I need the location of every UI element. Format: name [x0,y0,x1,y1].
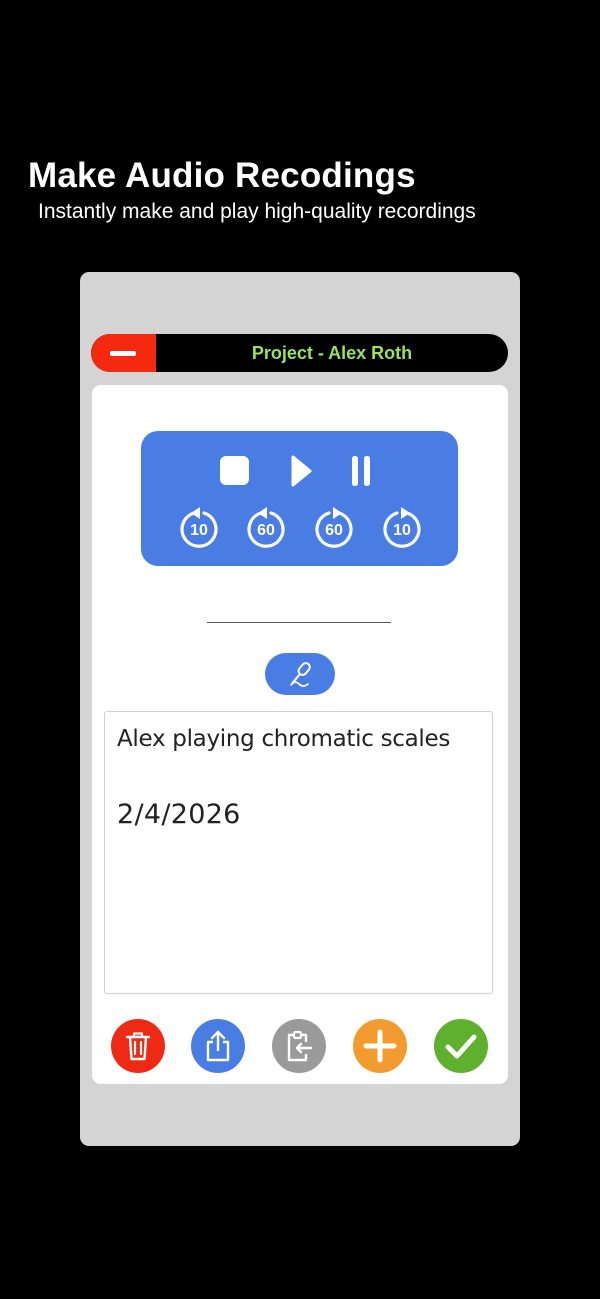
player-panel: 10 60 60 10 [141,431,458,566]
title-bar: Project - Alex Roth [91,334,508,372]
rewind-10-label: 10 [190,522,208,539]
forward-60-label: 60 [325,522,343,539]
stop-icon [220,456,249,485]
promo-headline: Make Audio Recodings [28,156,416,195]
recording-divider [207,622,391,623]
add-button[interactable] [353,1019,407,1073]
note-date: 2/4/2026 [117,799,241,830]
paste-button[interactable] [272,1019,326,1073]
recording-card: 10 60 60 10 Alex playing chromatic scale… [92,385,508,1084]
forward-60-button[interactable]: 60 [312,506,356,550]
share-icon [206,1030,230,1062]
stop-button[interactable] [219,455,250,486]
rewind-60-label: 60 [257,522,275,539]
rewind-icon: 60 [247,507,285,548]
rewind-60-button[interactable]: 60 [244,506,288,550]
pause-button[interactable] [350,455,372,487]
rewind-10-button[interactable]: 10 [177,506,221,550]
checkmark-icon [445,1034,477,1059]
delete-button[interactable] [111,1019,165,1073]
forward-icon: 60 [315,507,353,548]
record-button[interactable] [265,653,335,695]
minus-icon [110,351,136,356]
collapse-button[interactable] [91,334,156,372]
forward-10-label: 10 [393,522,411,539]
pause-icon [352,456,370,486]
device-frame: Project - Alex Roth 10 60 60 10 Alex pla… [80,272,520,1146]
plus-icon [363,1029,397,1063]
forward-10-button[interactable]: 10 [380,506,424,550]
project-title: Project - Alex Roth [251,343,413,363]
notes-text-area[interactable]: Alex playing chromatic scales 2/4/2026 [104,711,493,994]
confirm-button[interactable] [434,1019,488,1073]
forward-icon: 10 [383,507,421,548]
share-button[interactable] [191,1019,245,1073]
microphone-icon [290,662,311,687]
promo-subhead: Instantly make and play high-quality rec… [38,200,476,223]
play-button[interactable] [290,455,312,487]
play-icon [291,455,312,487]
note-title: Alex playing chromatic scales [117,726,451,752]
clipboard-icon [287,1030,313,1062]
trash-icon [125,1032,151,1061]
rewind-icon: 10 [180,507,218,548]
